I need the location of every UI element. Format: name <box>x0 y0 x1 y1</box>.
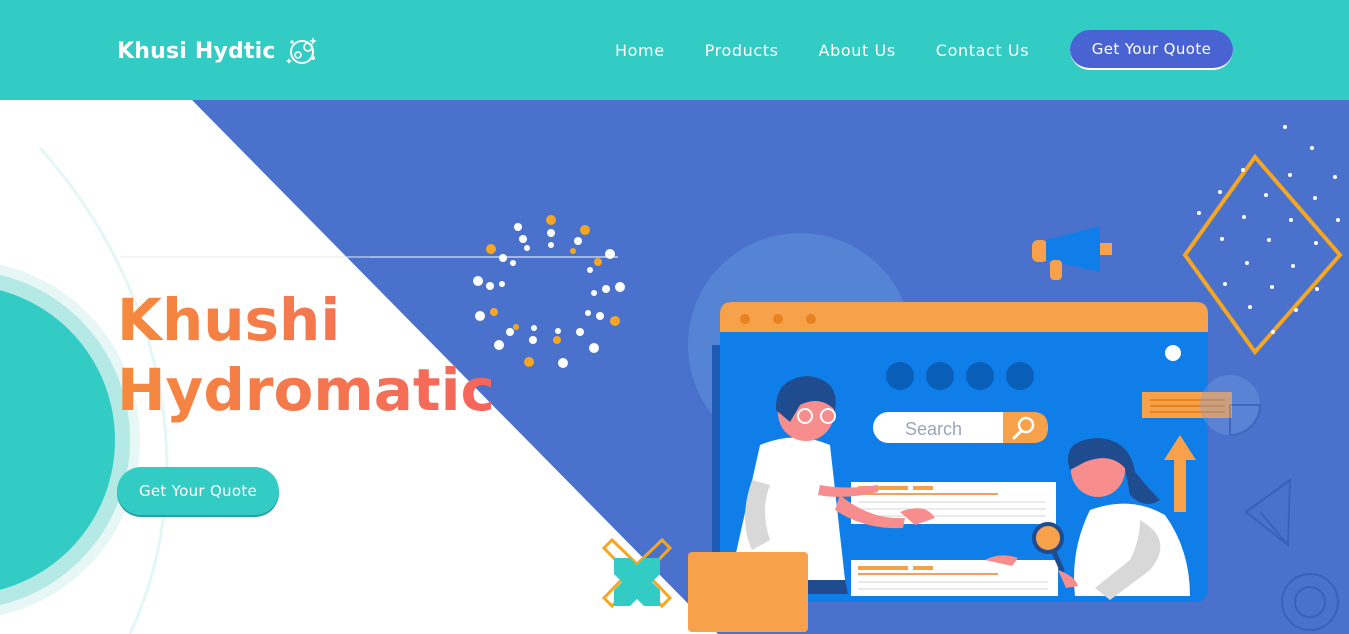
brand[interactable]: Khusi Hydtic <box>117 34 320 68</box>
brand-name[interactable]: Khusi Hydtic <box>117 39 276 64</box>
navbar: Khusi Hydtic Home Products About Us Cont… <box>0 0 1349 100</box>
hero-section: Search Khushi Hydromatic Get Your Quote <box>0 100 1349 634</box>
nav-about-us[interactable]: About Us <box>819 41 896 60</box>
hero-title-line2: Hydromatic <box>117 356 495 424</box>
search-placeholder[interactable]: Search <box>905 419 962 439</box>
hero-get-quote-button[interactable]: Get Your Quote <box>117 467 279 515</box>
orange-block <box>688 552 808 632</box>
nav-contact-us[interactable]: Contact Us <box>936 41 1029 60</box>
bubbles-logo-icon <box>285 37 317 64</box>
nav-home[interactable]: Home <box>615 41 665 60</box>
nav-get-quote-button[interactable]: Get Your Quote <box>1070 30 1233 70</box>
hero-title: Khushi Hydromatic <box>117 285 495 425</box>
hero-title-line1: Khushi <box>117 286 341 354</box>
nav-products[interactable]: Products <box>705 41 779 60</box>
main-nav: Home Products About Us Contact Us <box>615 41 1069 60</box>
pie-outline <box>1200 375 1262 437</box>
